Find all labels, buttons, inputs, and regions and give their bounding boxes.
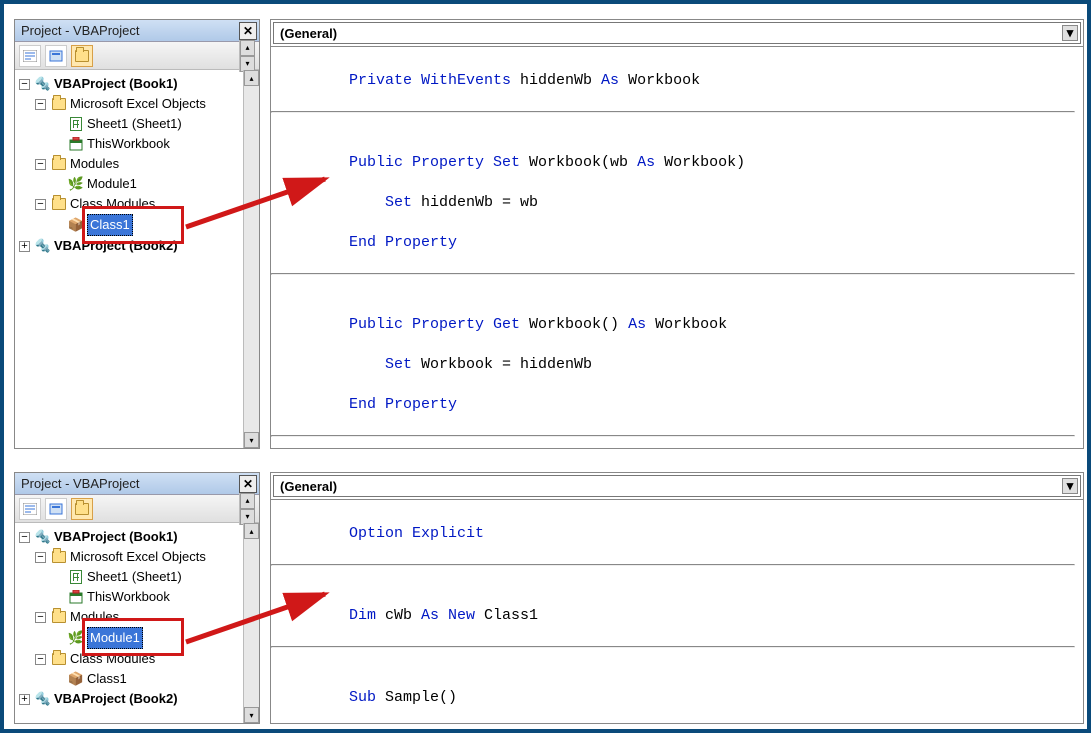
workbook-icon bbox=[68, 136, 84, 152]
toolbar-scroll: ▴▾ bbox=[239, 40, 255, 72]
tree-label: ThisWorkbook bbox=[87, 134, 170, 154]
tree-folder-excel-objects[interactable]: −Microsoft Excel Objects bbox=[17, 94, 241, 114]
chevron-down-icon[interactable]: ▾ bbox=[1062, 25, 1078, 41]
tree-folder-modules[interactable]: −Modules bbox=[17, 154, 241, 174]
dropdown-value: (General) bbox=[280, 26, 337, 41]
project-explorer-toolbar: ▴▾ bbox=[15, 42, 259, 70]
tree-item-thisworkbook[interactable]: ThisWorkbook bbox=[17, 134, 241, 154]
folder-icon bbox=[51, 651, 67, 667]
toolbar-scroll: ▴▾ bbox=[239, 493, 255, 525]
folder-icon bbox=[51, 96, 67, 112]
tree-project-book1[interactable]: −🔩VBAProject (Book1) bbox=[17, 74, 241, 94]
tree-item-class1[interactable]: 📦Class1 bbox=[17, 214, 241, 236]
scroll-up-icon[interactable]: ▴ bbox=[240, 493, 255, 509]
tree-label: VBAProject (Book1) bbox=[54, 527, 178, 547]
tree-label: Sheet1 (Sheet1) bbox=[87, 114, 182, 134]
tree-folder-modules[interactable]: −Modules bbox=[17, 607, 241, 627]
view-object-button[interactable] bbox=[45, 498, 67, 520]
worksheet-icon bbox=[68, 116, 84, 132]
folder-icon bbox=[51, 156, 67, 172]
tree-label: Microsoft Excel Objects bbox=[70, 547, 206, 567]
tree-label: Microsoft Excel Objects bbox=[70, 94, 206, 114]
project-explorer-title: Project - VBAProject bbox=[21, 23, 140, 38]
tree-item-thisworkbook[interactable]: ThisWorkbook bbox=[17, 587, 241, 607]
workbook-icon bbox=[68, 589, 84, 605]
tree-label: Class Modules bbox=[70, 649, 155, 669]
code-dropdown-bar: (General) ▾ bbox=[271, 473, 1083, 499]
tree-scrollbar[interactable]: ▴▾ bbox=[243, 523, 259, 723]
scroll-down-icon[interactable]: ▾ bbox=[244, 432, 259, 448]
tree-folder-class-modules[interactable]: −Class Modules bbox=[17, 194, 241, 214]
tree-item-module1[interactable]: 🌿Module1 bbox=[17, 627, 241, 649]
tree-item-sheet1[interactable]: Sheet1 (Sheet1) bbox=[17, 114, 241, 134]
view-code-button[interactable] bbox=[19, 498, 41, 520]
tree-label-selected: Module1 bbox=[87, 627, 143, 649]
tree-label: Sheet1 (Sheet1) bbox=[87, 567, 182, 587]
project-explorer-title: Project - VBAProject bbox=[21, 476, 140, 491]
vba-project-icon: 🔩 bbox=[35, 691, 51, 707]
tree-label: Module1 bbox=[87, 174, 137, 194]
scroll-up-icon[interactable]: ▴ bbox=[244, 523, 259, 539]
tree-scrollbar[interactable]: ▴▾ bbox=[243, 70, 259, 448]
tree-label: Modules bbox=[70, 607, 119, 627]
scroll-up-icon[interactable]: ▴ bbox=[240, 40, 255, 56]
vba-project-icon: 🔩 bbox=[35, 529, 51, 545]
tree-project-book1[interactable]: −🔩VBAProject (Book1) bbox=[17, 527, 241, 547]
tree-project-book2[interactable]: +🔩VBAProject (Book2) bbox=[17, 236, 241, 256]
folder-icon bbox=[75, 50, 89, 62]
tree-item-class1[interactable]: 📦Class1 bbox=[17, 669, 241, 689]
folder-icon bbox=[75, 503, 89, 515]
object-dropdown[interactable]: (General) ▾ bbox=[273, 475, 1081, 497]
tree-project-book2[interactable]: +🔩VBAProject (Book2) bbox=[17, 689, 241, 709]
code-dropdown-bar: (General) ▾ bbox=[271, 20, 1083, 46]
folder-icon bbox=[51, 549, 67, 565]
dropdown-value: (General) bbox=[280, 479, 337, 494]
worksheet-icon bbox=[68, 569, 84, 585]
scroll-up-icon[interactable]: ▴ bbox=[244, 70, 259, 86]
tree-item-sheet1[interactable]: Sheet1 (Sheet1) bbox=[17, 567, 241, 587]
scroll-down-icon[interactable]: ▾ bbox=[244, 707, 259, 723]
project-explorer-top: Project - VBAProject ✕ ▴▾ −🔩VBAProject (… bbox=[14, 19, 260, 449]
code-editor-top[interactable]: Private WithEvents hiddenWb As Workbook … bbox=[271, 46, 1083, 448]
close-button[interactable]: ✕ bbox=[239, 22, 257, 40]
project-explorer-titlebar: Project - VBAProject ✕ bbox=[15, 20, 259, 42]
tree-label: Modules bbox=[70, 154, 119, 174]
tree-label: VBAProject (Book2) bbox=[54, 689, 178, 709]
tree-label: VBAProject (Book1) bbox=[54, 74, 178, 94]
view-object-button[interactable] bbox=[45, 45, 67, 67]
project-tree-top[interactable]: −🔩VBAProject (Book1) −Microsoft Excel Ob… bbox=[15, 70, 243, 448]
project-explorer-toolbar: ▴▾ bbox=[15, 495, 259, 523]
tree-label: ThisWorkbook bbox=[87, 587, 170, 607]
folder-view-button[interactable] bbox=[71, 45, 93, 67]
code-pane-top: (General) ▾ Private WithEvents hiddenWb … bbox=[270, 19, 1084, 449]
close-button[interactable]: ✕ bbox=[239, 475, 257, 493]
object-dropdown[interactable]: (General) ▾ bbox=[273, 22, 1081, 44]
chevron-down-icon[interactable]: ▾ bbox=[1062, 478, 1078, 494]
class-icon: 📦 bbox=[68, 217, 84, 233]
tree-label: Class Modules bbox=[70, 194, 155, 214]
folder-icon bbox=[51, 609, 67, 625]
vba-project-icon: 🔩 bbox=[35, 238, 51, 254]
tree-label-selected: Class1 bbox=[87, 214, 133, 236]
code-editor-bottom[interactable]: Option Explicit Dim cWb As New Class1 Su… bbox=[271, 499, 1083, 723]
folder-view-button[interactable] bbox=[71, 498, 93, 520]
module-icon: 🌿 bbox=[68, 630, 84, 646]
view-code-button[interactable] bbox=[19, 45, 41, 67]
project-tree-bottom[interactable]: −🔩VBAProject (Book1) −Microsoft Excel Ob… bbox=[15, 523, 243, 723]
tree-item-module1[interactable]: 🌿Module1 bbox=[17, 174, 241, 194]
project-explorer-bottom: Project - VBAProject ✕ ▴▾ −🔩VBAProject (… bbox=[14, 472, 260, 724]
tree-label: Class1 bbox=[87, 669, 127, 689]
project-explorer-titlebar: Project - VBAProject ✕ bbox=[15, 473, 259, 495]
class-icon: 📦 bbox=[68, 671, 84, 687]
code-pane-bottom: (General) ▾ Option Explicit Dim cWb As N… bbox=[270, 472, 1084, 724]
vba-project-icon: 🔩 bbox=[35, 76, 51, 92]
module-icon: 🌿 bbox=[68, 176, 84, 192]
folder-icon bbox=[51, 196, 67, 212]
tree-label: VBAProject (Book2) bbox=[54, 236, 178, 256]
tree-folder-excel-objects[interactable]: −Microsoft Excel Objects bbox=[17, 547, 241, 567]
tree-folder-class-modules[interactable]: −Class Modules bbox=[17, 649, 241, 669]
